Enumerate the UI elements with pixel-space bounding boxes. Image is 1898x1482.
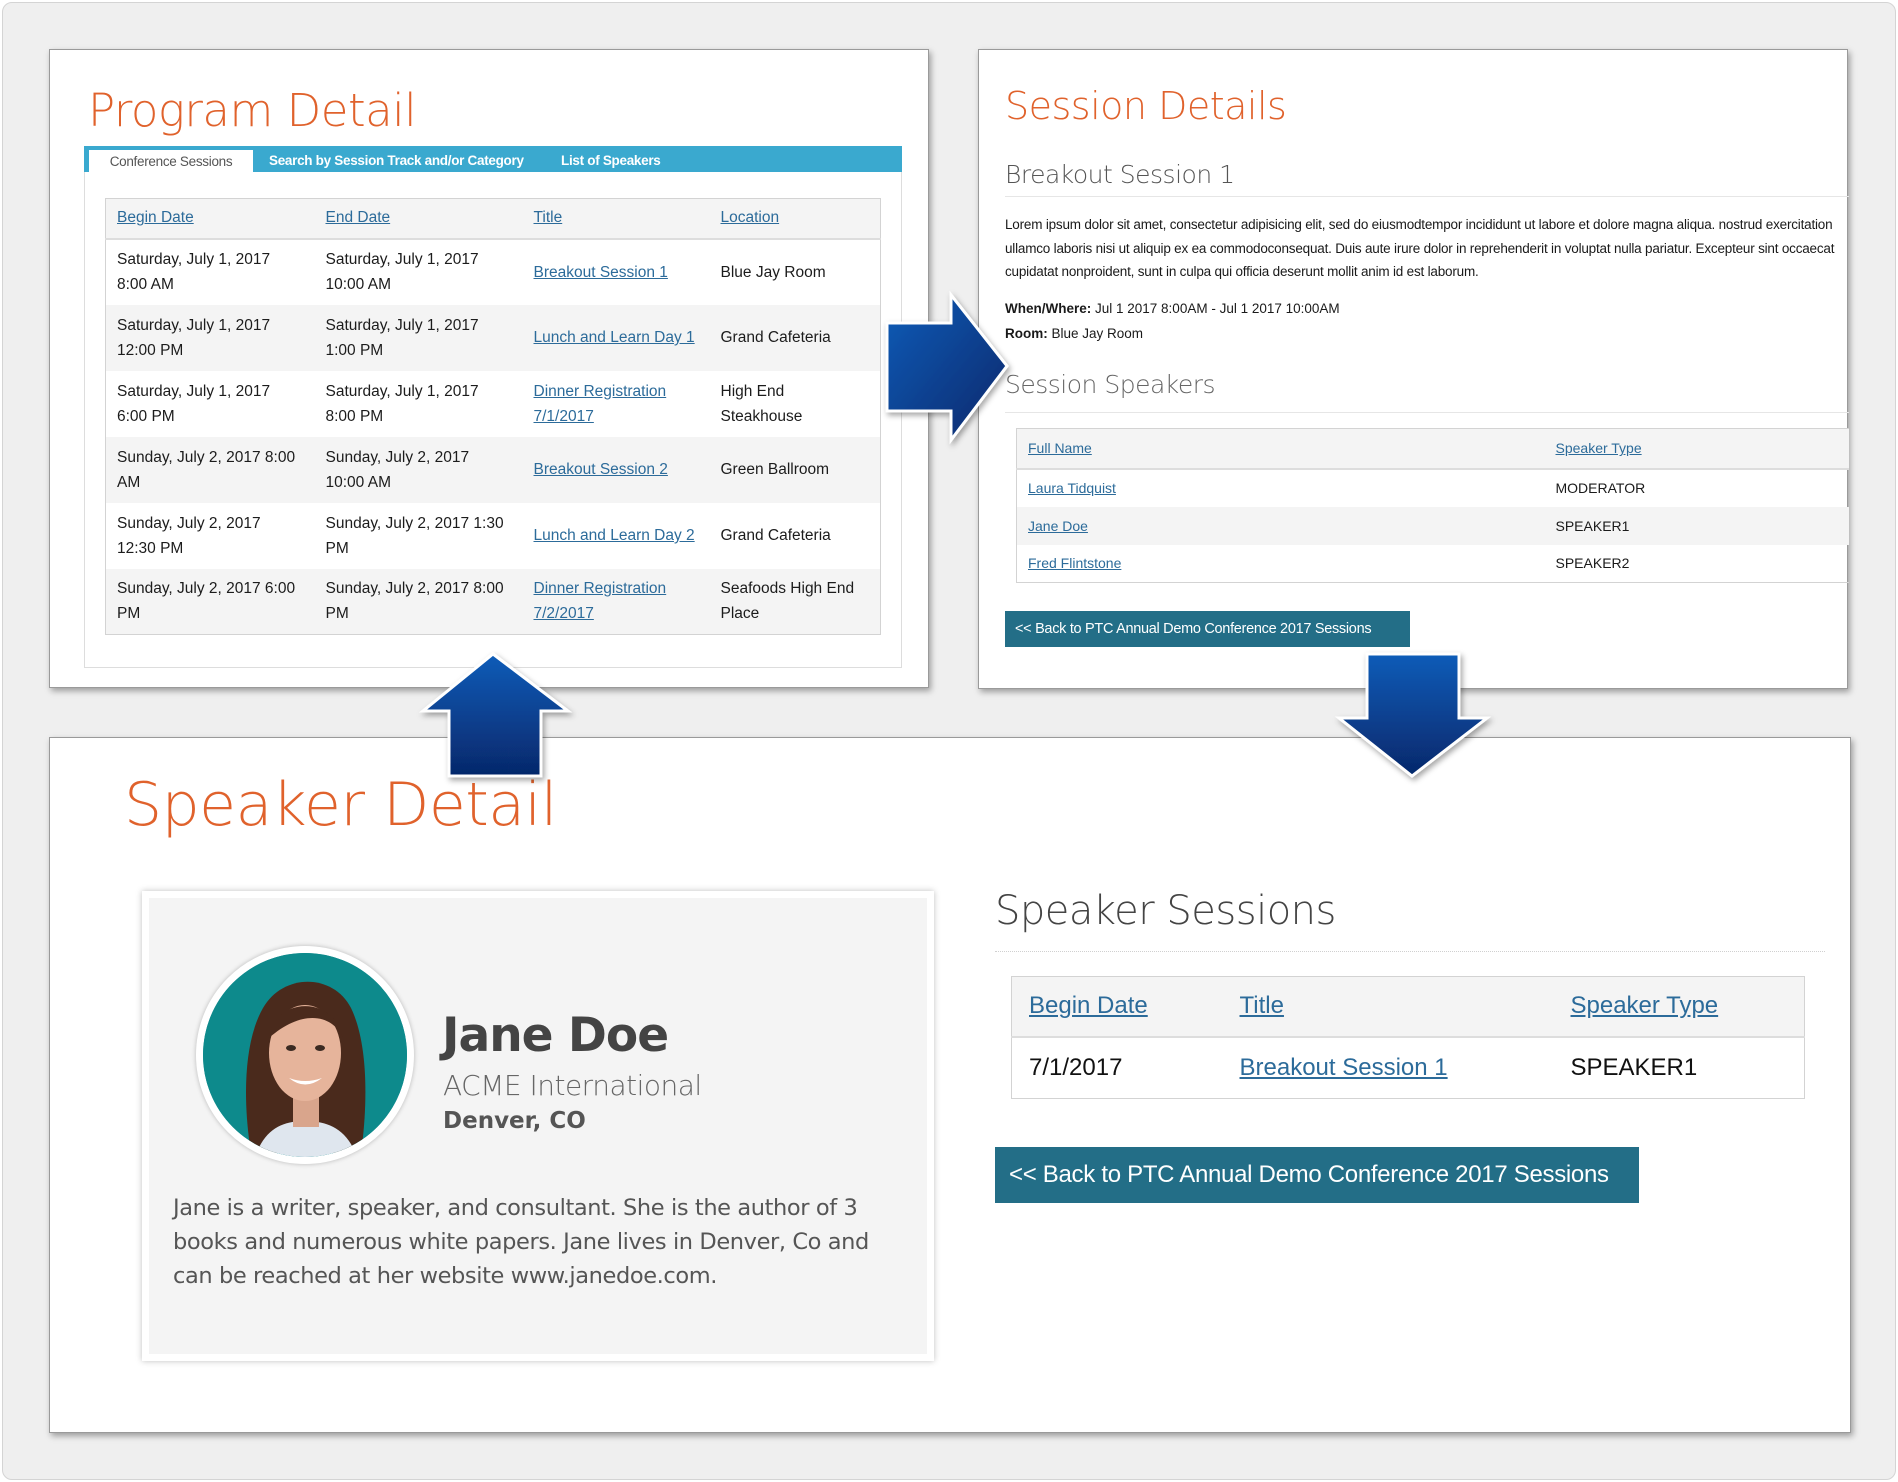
speaker-type-cell: SPEAKER1 xyxy=(1570,1053,1698,1081)
session-speakers-heading: Session Speakers xyxy=(1005,370,1216,399)
session-details-title: Session Details xyxy=(1005,84,1287,128)
begin-date-cell: Sunday, July 2, 2017 8:00 AM xyxy=(105,436,315,503)
speaker-type-cell: SPEAKER2 xyxy=(1555,555,1630,572)
session-description: Lorem ipsum dolor sit amet, consectetur … xyxy=(1005,217,1835,279)
table-row: Saturday, July 1, 2017 6:00 PM Saturday, … xyxy=(106,371,881,437)
session-title-link[interactable]: Breakout Session 1 xyxy=(1240,1054,1448,1081)
end-date-cell: Saturday, July 1, 2017 8:00 PM xyxy=(325,382,479,425)
location-cell: Green Ballroom xyxy=(709,436,881,503)
tab-content: Begin Date End Date Title Location Satur… xyxy=(84,172,902,668)
speaker-name-link[interactable]: Jane Doe xyxy=(1028,518,1088,534)
tab-search-by-track[interactable]: Search by Session Track and/or Category xyxy=(269,149,524,172)
speaker-name-link[interactable]: Laura Tidquist xyxy=(1028,480,1116,496)
speaker-sessions-table: Begin Date Title Speaker Type 7/1/2017 Br… xyxy=(1011,976,1805,1099)
table-header-row: Begin Date Title Speaker Type xyxy=(1011,976,1805,1038)
table-row: Saturday, July 1, 2017 12:00 PM Saturday,… xyxy=(105,304,881,371)
table-row: Sunday, July 2, 2017 12:30 PM Sunday, Jul… xyxy=(106,503,881,569)
session-title-link[interactable]: Dinner Registration 7/2/2017 xyxy=(534,580,667,622)
speaker-name: Jane Doe xyxy=(442,1008,669,1063)
begin-date-cell: Saturday, July 1, 2017 6:00 PM xyxy=(117,382,271,425)
sort-title[interactable]: Title xyxy=(1240,992,1284,1019)
when-where: When/Where: Jul 1 2017 8:00AM - Jul 1 20… xyxy=(1005,301,1340,316)
table-row: Sunday, July 2, 2017 8:00 AM Sunday, July… xyxy=(105,436,881,503)
speaker-type-cell: SPEAKER1 xyxy=(1544,506,1849,545)
tab-list-of-speakers[interactable]: List of Speakers xyxy=(561,149,661,172)
speaker-location: Denver, CO xyxy=(443,1108,586,1134)
speaker-detail-title: Speaker Detail xyxy=(124,770,557,840)
session-title-link[interactable]: Breakout Session 1 xyxy=(534,264,668,281)
back-to-sessions-button[interactable]: << Back to PTC Annual Demo Conference 20… xyxy=(995,1147,1639,1203)
divider xyxy=(995,951,1825,952)
tab-conference-sessions[interactable]: Conference Sessions xyxy=(89,150,253,172)
end-date-cell: Saturday, July 1, 2017 10:00 AM xyxy=(325,251,479,293)
session-name: Breakout Session 1 xyxy=(1005,160,1235,189)
table-row: Sunday, July 2, 2017 6:00 PM Sunday, July… xyxy=(105,568,881,635)
divider xyxy=(1005,196,1849,197)
sort-begin-date[interactable]: Begin Date xyxy=(117,209,194,226)
person-photo-icon xyxy=(203,953,407,1157)
begin-date-cell: Sunday, July 2, 2017 6:00 PM xyxy=(105,568,315,635)
speaker-bio: Jane is a writer, speaker, and consultan… xyxy=(173,1195,869,1289)
begin-date-cell: 7/1/2017 xyxy=(1029,1053,1123,1081)
back-to-sessions-button[interactable]: << Back to PTC Annual Demo Conference 20… xyxy=(1005,611,1410,647)
speaker-name-link[interactable]: Fred Flintstone xyxy=(1028,555,1121,571)
end-date-cell: Saturday, July 1, 2017 1:00 PM xyxy=(314,304,523,371)
sort-begin-date[interactable]: Begin Date xyxy=(1029,992,1148,1019)
table-row: Jane Doe SPEAKER1 xyxy=(1016,506,1849,545)
speaker-type-cell: MODERATOR xyxy=(1555,480,1646,496)
session-speakers-table: Full Name Speaker Type Laura Tidquist MOD… xyxy=(1016,428,1849,583)
table-row: 7/1/2017 Breakout Session 1 SPEAKER1 xyxy=(1012,1037,1805,1099)
sort-location[interactable]: Location xyxy=(721,209,780,226)
table-header-row: Begin Date End Date Title Location xyxy=(105,198,881,240)
sort-end-date[interactable]: End Date xyxy=(326,209,391,226)
divider xyxy=(1005,412,1849,413)
table-row: Saturday, July 1, 2017 8:00 AM Saturday, … xyxy=(106,239,881,305)
speaker-card: Jane Doe ACME International Denver, CO J… xyxy=(142,891,934,1361)
session-title-link[interactable]: Lunch and Learn Day 1 xyxy=(534,329,695,346)
program-tabs: Conference Sessions Search by Session Tr… xyxy=(84,146,902,172)
sessions-table: Begin Date End Date Title Location Satur… xyxy=(105,198,881,635)
end-date-cell: Sunday, July 2, 2017 8:00 PM xyxy=(314,568,523,635)
speaker-sessions-heading: Speaker Sessions xyxy=(995,888,1336,934)
sort-speaker-type[interactable]: Speaker Type xyxy=(1571,992,1719,1019)
end-date-cell: Sunday, July 2, 2017 1:30 PM xyxy=(325,514,504,557)
location-cell: Grand Cafeteria xyxy=(709,304,881,371)
session-title-link[interactable]: Lunch and Learn Day 2 xyxy=(534,527,695,544)
program-detail-panel: Program Detail Conference Sessions Searc… xyxy=(49,49,929,688)
table-row: Fred Flintstone SPEAKER2 xyxy=(1017,545,1850,583)
location-cell: Blue Jay Room xyxy=(720,263,826,281)
begin-date-cell: Saturday, July 1, 2017 12:00 PM xyxy=(105,304,315,371)
location-cell: Seafoods High End Place xyxy=(709,568,881,635)
session-title-link[interactable]: Dinner Registration 7/1/2017 xyxy=(534,383,667,425)
program-detail-title: Program Detail xyxy=(88,84,417,137)
speaker-avatar xyxy=(196,946,414,1164)
table-row: Laura Tidquist MODERATOR xyxy=(1017,469,1850,507)
begin-date-cell: Saturday, July 1, 2017 8:00 AM xyxy=(117,251,271,293)
session-details-panel: Session Details Breakout Session 1 Lorem… xyxy=(978,49,1849,689)
begin-date-cell: Sunday, July 2, 2017 12:30 PM xyxy=(117,514,261,557)
table-header-row: Full Name Speaker Type xyxy=(1016,428,1849,470)
location-cell: Grand Cafeteria xyxy=(720,527,831,544)
speaker-detail-panel: Speaker Detail Jane Doe ACME Internation… xyxy=(49,737,1851,1433)
sort-title[interactable]: Title xyxy=(534,209,563,226)
sort-speaker-type[interactable]: Speaker Type xyxy=(1556,440,1642,456)
end-date-cell: Sunday, July 2, 2017 10:00 AM xyxy=(314,436,523,503)
sort-full-name[interactable]: Full Name xyxy=(1028,440,1092,456)
session-title-link[interactable]: Breakout Session 2 xyxy=(534,461,668,478)
speaker-organization: ACME International xyxy=(443,1069,702,1102)
room: Room: Blue Jay Room xyxy=(1005,326,1144,341)
location-cell: High End Steakhouse xyxy=(720,382,803,425)
